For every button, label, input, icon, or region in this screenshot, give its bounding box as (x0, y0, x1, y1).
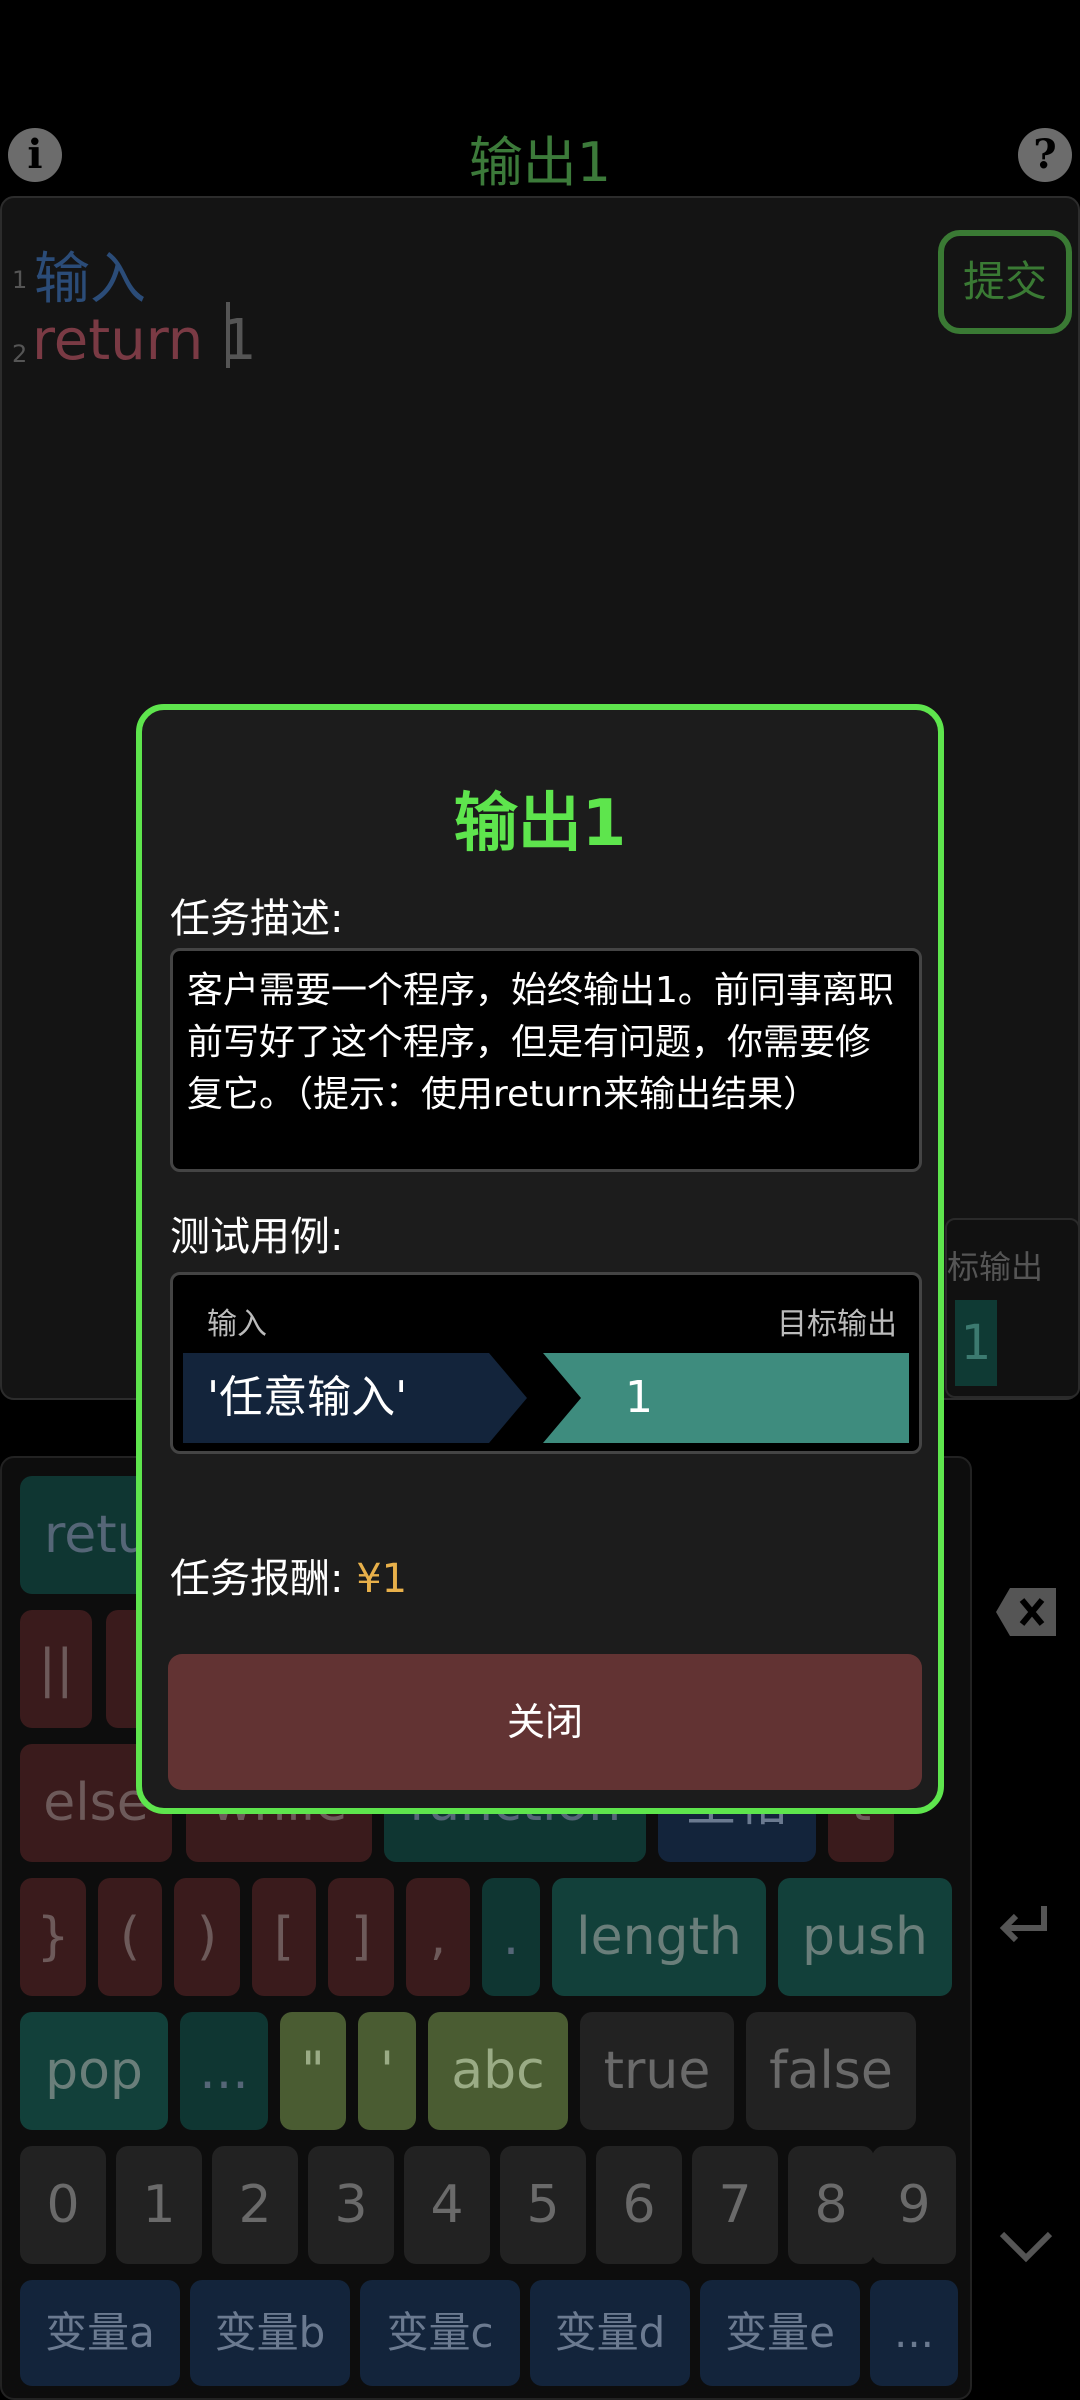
key-false[interactable]: false (746, 2012, 916, 2130)
test-input-value: '任意输入' (207, 1372, 408, 1423)
key-4[interactable]: 4 (404, 2146, 490, 2264)
help-icon[interactable]: ? (1018, 128, 1072, 182)
key-var-e[interactable]: 变量e (700, 2280, 860, 2386)
key-2[interactable]: 2 (212, 2146, 298, 2264)
keyword-token: return (32, 308, 204, 373)
dialog-title: 输出1 (453, 787, 627, 861)
test-case-table: 输入 目标输出 '任意输入' 1 (170, 1272, 922, 1454)
task-description: 客户需要一个程序，始终输出1。前同事离职前写好了这个程序，但是有问题，你需要修复… (170, 948, 922, 1172)
test-header-output: 目标输出 (777, 1307, 897, 1342)
key-rbracket[interactable]: ] (328, 1878, 394, 1996)
chevron-down-icon[interactable] (996, 2226, 1056, 2266)
reward-row: 任务报酬: ¥1 (170, 1546, 407, 1604)
key-var-b[interactable]: 变量b (190, 2280, 350, 2386)
enter-icon[interactable] (996, 1900, 1052, 1948)
key-var-d[interactable]: 变量d (530, 2280, 690, 2386)
code-line-1[interactable]: 输入 (34, 234, 146, 315)
key-var-a[interactable]: 变量a (20, 2280, 180, 2386)
key-abc[interactable]: abc (428, 2012, 568, 2130)
submit-button[interactable]: 提交 (938, 230, 1072, 334)
line-number: 1 (12, 266, 28, 294)
key-6[interactable]: 6 (596, 2146, 682, 2264)
target-output-panel: 标输出 1 (945, 1218, 1080, 1398)
key-comma[interactable]: , (406, 1878, 470, 1996)
key-lbracket[interactable]: [ (252, 1878, 316, 1996)
key-length[interactable]: length (552, 1878, 766, 1996)
backspace-icon[interactable] (994, 1586, 1060, 1638)
desc-label: 任务描述: (170, 896, 344, 942)
key-3[interactable]: 3 (308, 2146, 394, 2264)
key-spread[interactable]: ... (180, 2012, 268, 2130)
key-double-quote[interactable]: " (280, 2012, 346, 2130)
test-label: 测试用例: (170, 1214, 344, 1260)
key-or[interactable]: || (20, 1610, 92, 1728)
key-pop[interactable]: pop (20, 2012, 168, 2130)
reward-label: 任务报酬: (170, 1556, 344, 1602)
key-return[interactable]: retu (20, 1476, 150, 1594)
key-var-c[interactable]: 变量c (360, 2280, 520, 2386)
key-single-quote[interactable]: ' (358, 2012, 416, 2130)
test-header-input: 输入 (207, 1307, 267, 1342)
text-cursor (226, 302, 230, 368)
key-8[interactable]: 8 (788, 2146, 874, 2264)
code-line-2[interactable]: return 1 (32, 308, 257, 373)
key-dot[interactable]: . (482, 1878, 540, 1996)
key-0[interactable]: 0 (20, 2146, 106, 2264)
panel-value: 1 (955, 1300, 997, 1386)
key-rbrace[interactable]: } (20, 1878, 86, 1996)
key-lparen[interactable]: ( (98, 1878, 162, 1996)
test-output-value: 1 (625, 1372, 653, 1423)
key-5[interactable]: 5 (500, 2146, 586, 2264)
key-push[interactable]: push (778, 1878, 952, 1996)
key-7[interactable]: 7 (692, 2146, 778, 2264)
key-true[interactable]: true (580, 2012, 734, 2130)
reward-value: ¥1 (356, 1556, 408, 1602)
key-rparen[interactable]: ) (174, 1878, 240, 1996)
page-title: 输出1 (468, 131, 612, 194)
panel-label: 标输出 (947, 1248, 1044, 1286)
key-more-vars[interactable]: ... (870, 2280, 958, 2386)
close-button[interactable]: 关闭 (168, 1654, 922, 1790)
key-1[interactable]: 1 (116, 2146, 202, 2264)
key-9[interactable]: 9 (872, 2146, 956, 2264)
task-dialog: 输出1 任务描述: 客户需要一个程序，始终输出1。前同事离职前写好了这个程序，但… (136, 704, 944, 1814)
line-number: 2 (12, 340, 28, 368)
